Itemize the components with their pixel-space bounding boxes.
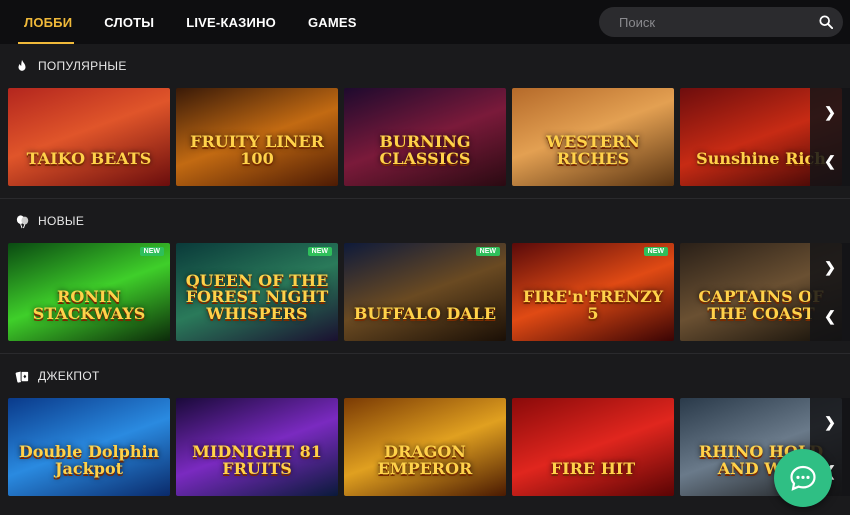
game-tile[interactable]: FRUITY LINER 100 [176, 88, 338, 186]
game-row: TAIKO BEATS FRUITY LINER 100 BURNING CLASS… [0, 88, 850, 188]
section-new: НОВЫЕ RONIN STACKWAYS NEW QUEEN OF THE FOR… [0, 199, 850, 354]
section-header: ПОПУЛЯРНЫЕ [0, 44, 850, 88]
new-badge: NEW [139, 247, 164, 256]
game-title: TAIKO BEATS [26, 149, 152, 169]
game-tile[interactable]: Double Dolphin Jackpot [8, 398, 170, 496]
new-badge: NEW [643, 247, 668, 256]
game-title: WESTERN RICHES [546, 132, 640, 169]
carousel-controls: ❯ ❮ [810, 243, 850, 341]
section-title: ПОПУЛЯРНЫЕ [38, 59, 127, 73]
tab-lobby[interactable]: ЛОББИ [0, 0, 88, 44]
carousel-controls: ❯ ❮ [810, 88, 850, 186]
chevron-right-icon[interactable]: ❯ [821, 259, 839, 277]
section-header: ДЖЕКПОТ [0, 354, 850, 398]
chevron-left-icon[interactable]: ❮ [821, 308, 839, 326]
game-tile[interactable]: WESTERN RICHES [512, 88, 674, 186]
chat-icon [790, 465, 816, 491]
new-badge: NEW [475, 247, 500, 256]
top-navigation: ЛОББИ СЛОТЫ LIVE-КАЗИНО GAMES [0, 0, 850, 44]
game-title: RONIN STACKWAYS [32, 287, 146, 324]
chat-button[interactable] [774, 449, 832, 507]
game-tile[interactable]: BURNING CLASSICS [344, 88, 506, 186]
game-tile[interactable]: FIRE HIT [512, 398, 674, 496]
game-row: RONIN STACKWAYS NEW QUEEN OF THE FOREST NI… [0, 243, 850, 343]
game-title: FRUITY LINER 100 [190, 132, 324, 169]
game-title: MIDNIGHT 81 FRUITS [192, 442, 322, 479]
game-tile[interactable]: DRAGON EMPEROR [344, 398, 506, 496]
fire-icon [14, 58, 30, 74]
chevron-right-icon[interactable]: ❯ [821, 414, 839, 432]
section-title: ДЖЕКПОТ [38, 369, 100, 383]
search-icon[interactable] [819, 15, 833, 29]
game-tile[interactable]: TAIKO BEATS [8, 88, 170, 186]
game-tile[interactable]: RONIN STACKWAYS NEW [8, 243, 170, 341]
game-tile[interactable]: BUFFALO DALE NEW [344, 243, 506, 341]
section-title: НОВЫЕ [38, 214, 85, 228]
section-popular: ПОПУЛЯРНЫЕ TAIKO BEATS FRUITY LINER 100 BU… [0, 44, 850, 199]
balloons-icon [14, 213, 30, 229]
game-title: Double Dolphin Jackpot [18, 442, 160, 479]
section-header: НОВЫЕ [0, 199, 850, 243]
game-sections: ПОПУЛЯРНЫЕ TAIKO BEATS FRUITY LINER 100 BU… [0, 44, 850, 498]
game-row: Double Dolphin Jackpot MIDNIGHT 81 FRUITS… [0, 398, 850, 498]
search-box [599, 7, 843, 37]
tab-live-casino[interactable]: LIVE-КАЗИНО [170, 0, 292, 44]
search-input[interactable] [619, 14, 809, 30]
game-title: FIRE'n'FRENZY 5 [522, 287, 664, 324]
chevron-right-icon[interactable]: ❯ [821, 104, 839, 122]
game-tile[interactable]: MIDNIGHT 81 FRUITS [176, 398, 338, 496]
game-title: QUEEN OF THE FOREST NIGHT WHISPERS [185, 270, 329, 324]
tab-slots[interactable]: СЛОТЫ [88, 0, 170, 44]
game-title: BURNING CLASSICS [379, 132, 471, 169]
section-jackpot: ДЖЕКПОТ Double Dolphin Jackpot MIDNIGHT 8… [0, 354, 850, 498]
game-tile[interactable]: FIRE'n'FRENZY 5 NEW [512, 243, 674, 341]
game-title: FIRE HIT [550, 459, 636, 479]
game-title: DRAGON EMPEROR [377, 442, 473, 479]
tab-games[interactable]: GAMES [292, 0, 373, 44]
cards-icon [14, 368, 30, 384]
game-title: BUFFALO DALE [353, 304, 497, 324]
game-tile[interactable]: QUEEN OF THE FOREST NIGHT WHISPERS NEW [176, 243, 338, 341]
new-badge: NEW [307, 247, 332, 256]
chevron-left-icon[interactable]: ❮ [821, 153, 839, 171]
